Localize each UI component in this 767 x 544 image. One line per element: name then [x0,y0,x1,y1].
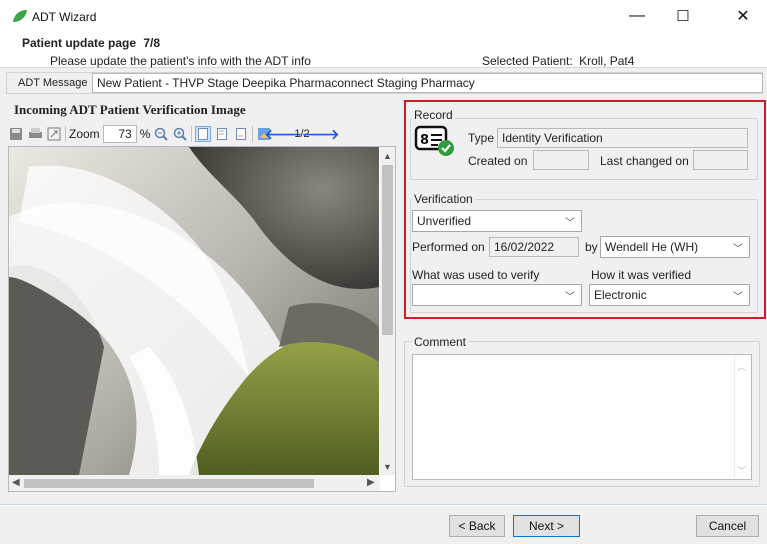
last-changed-label: Last changed on [600,154,689,168]
zoom-input[interactable]: 73 [102,125,137,143]
image-toolbar: Zoom 73 % 🡐 1/2 🡒 [8,123,394,145]
next-button[interactable]: Next > [513,515,580,537]
performed-on-label: Performed on [412,240,485,254]
adt-message-label: ADT Message [18,77,88,89]
adt-message-field[interactable]: New Patient - THVP Stage Deepika Pharmac… [92,73,763,93]
comment-scroll-up-icon[interactable]: ︿ [737,360,746,373]
comment-legend: Comment [412,335,469,349]
app-leaf-icon [13,10,27,22]
next-page-icon[interactable]: 🡒 [302,126,340,142]
chevron-down-icon: ﹀ [733,243,743,255]
footer-separator-highlight [0,505,767,506]
save-icon[interactable] [8,126,24,142]
toolbar-separator [252,126,254,142]
chevron-down-icon: ﹀ [733,291,743,303]
print-icon[interactable] [27,126,43,142]
patient-verification-image [9,147,379,475]
performed-by-label: by [585,240,598,254]
two-page-icon[interactable] [214,126,230,142]
zoom-unit: % [139,127,151,141]
performed-by-select[interactable]: Wendell He (WH) ﹀ [600,236,750,258]
used-to-verify-select[interactable]: ﹀ [412,284,582,306]
comment-scroll-down-icon[interactable]: ﹀ [737,464,746,477]
cancel-button[interactable]: Cancel [696,515,759,537]
toolbar-separator [191,126,193,142]
previous-page-icon[interactable]: 🡐 [265,126,303,142]
chevron-down-icon: ﹀ [565,291,575,303]
scroll-up-icon[interactable]: ▲ [383,151,392,161]
selected-patient-value: Kroll, Pat4 [579,54,635,68]
scroll-left-icon[interactable]: ◀ [12,477,20,488]
scroll-down-icon[interactable]: ▼ [383,462,392,472]
comment-textarea[interactable] [412,354,752,480]
used-to-verify-label: What was used to verify [412,268,540,282]
record-legend: Record [412,108,455,122]
selected-patient: Selected Patient: Kroll, Pat4 [482,54,634,68]
zoom-label: Zoom [69,127,100,141]
page-width-icon[interactable] [233,126,249,142]
created-on-label: Created on [468,154,528,168]
how-verified-label: How it was verified [591,268,692,282]
image-panel-title: Incoming ADT Patient Verification Image [14,102,246,117]
horizontal-scroll-thumb[interactable] [24,479,314,488]
page-title: Patient update page 7/8 [22,36,160,50]
scroll-right-icon[interactable]: ▶ [367,477,375,488]
selected-patient-label: Selected Patient: [482,54,573,68]
performed-by-value: Wendell He (WH) [605,240,699,254]
last-changed-field[interactable] [693,150,748,170]
maximize-button[interactable]: ☐ [660,0,706,32]
verification-status-select[interactable]: Unverified ﹀ [412,210,582,232]
performed-on-field[interactable]: 16/02/2022 [489,237,579,257]
minimize-button[interactable]: — [614,0,660,32]
close-button[interactable]: ✕ [720,0,766,32]
chevron-down-icon: ﹀ [565,217,575,229]
page-instruction: Please update the patient's info with th… [50,54,311,68]
created-on-field[interactable] [533,150,589,170]
back-button[interactable]: < Back [449,515,505,537]
toolbar-separator [65,126,66,142]
how-verified-select[interactable]: Electronic ﹀ [589,284,750,306]
id-card-icon: 8 [414,125,454,156]
page-number: 7/8 [143,36,161,50]
verification-status-value: Unverified [417,214,472,228]
record-type-field[interactable]: Identity Verification [497,128,748,148]
zoom-in-icon[interactable] [172,126,188,142]
vertical-scroll-thumb[interactable] [382,165,393,335]
window-title: ADT Wizard [32,10,97,24]
svg-text:8: 8 [420,133,429,148]
how-verified-value: Electronic [594,288,647,302]
fit-window-icon[interactable] [46,126,62,142]
comment-scrollbar[interactable] [734,356,750,478]
zoom-out-icon[interactable] [153,126,169,142]
record-type-label: Type [468,131,495,145]
page-title-text: Patient update page [22,36,137,50]
verification-legend: Verification [412,192,475,206]
single-page-icon[interactable] [195,126,212,142]
